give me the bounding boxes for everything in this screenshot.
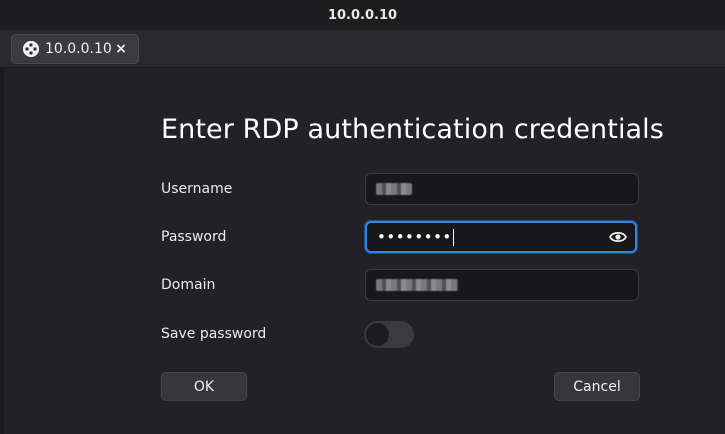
rdp-connection-icon — [23, 41, 39, 57]
window-titlebar: 10.0.0.10 — [0, 0, 725, 30]
tab-connection[interactable]: 10.0.0.10 × — [11, 34, 139, 64]
dialog-heading: Enter RDP authentication credentials — [161, 114, 664, 145]
domain-label: Domain — [161, 277, 216, 293]
username-label: Username — [161, 181, 233, 197]
domain-field[interactable] — [365, 269, 639, 301]
eye-icon[interactable] — [609, 229, 627, 245]
tab-label: 10.0.0.10 — [45, 41, 112, 57]
redacted-domain-value — [376, 279, 458, 291]
ok-button[interactable]: OK — [161, 372, 247, 401]
close-icon[interactable]: × — [114, 41, 128, 57]
cancel-button[interactable]: Cancel — [554, 372, 640, 401]
window-title: 10.0.0.10 — [327, 7, 398, 23]
tab-bar: 10.0.0.10 × — [0, 30, 725, 68]
text-caret — [452, 228, 455, 246]
password-masked-value: •••••••• — [377, 228, 452, 246]
switch-knob — [366, 323, 389, 346]
save-password-switch[interactable] — [364, 321, 414, 348]
redacted-username-value — [376, 183, 412, 195]
password-label: Password — [161, 229, 227, 245]
password-field[interactable]: •••••••• — [365, 221, 637, 253]
left-border — [0, 68, 4, 434]
username-field[interactable] — [365, 173, 639, 205]
save-password-label: Save password — [161, 326, 267, 342]
